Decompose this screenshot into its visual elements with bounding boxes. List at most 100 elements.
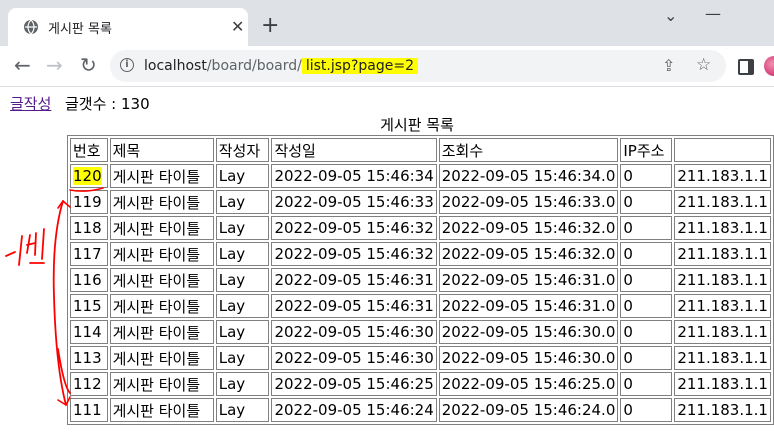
minimize-icon[interactable]: — (705, 4, 721, 23)
table-row: 113 게시판 타이틀 Lay 2022-09-05 15:46:30 2022-09-… (70, 346, 771, 370)
cell-author: Lay (215, 320, 270, 344)
url-path: /board/board/ (206, 58, 302, 74)
cell-title[interactable]: 게시판 타이틀 (109, 294, 214, 318)
cell-title[interactable]: 게시판 타이틀 (109, 216, 214, 240)
table-row: 112 게시판 타이틀 Lay 2022-09-05 15:46:25 2022-09-… (70, 372, 771, 396)
cell-ip: 0 (620, 372, 673, 396)
cell-extra: 211.183.1.1 (674, 320, 771, 344)
header-views: 조회수 (438, 138, 619, 162)
cell-ip: 0 (620, 398, 673, 422)
board-table: 번호 제목 작성자 작성일 조회수 IP주소 120 게시판 타이틀 Lay 2022… (67, 135, 774, 425)
header-title: 제목 (109, 138, 214, 162)
cell-ip: 0 (620, 164, 673, 188)
cell-extra: 211.183.1.1 (674, 398, 771, 422)
forward-icon[interactable]: → (46, 55, 63, 75)
cell-views: 2022-09-05 15:46:25.0 (438, 372, 619, 396)
cell-date: 2022-09-05 15:46:33 (271, 190, 437, 214)
cell-extra: 211.183.1.1 (674, 164, 771, 188)
tab-strip: 게시판 목록 ✕ + ⌄ — (0, 0, 774, 46)
cell-date: 2022-09-05 15:46:24 (271, 398, 437, 422)
cell-number: 112 (70, 372, 108, 396)
url-host: localhost (144, 58, 207, 74)
cell-number: 113 (70, 346, 108, 370)
cell-title[interactable]: 게시판 타이틀 (109, 268, 214, 292)
cell-date: 2022-09-05 15:46:31 (271, 294, 437, 318)
profile-avatar[interactable] (764, 56, 774, 76)
new-tab-icon[interactable]: + (261, 15, 279, 37)
cell-author: Lay (215, 372, 270, 396)
cell-views: 2022-09-05 15:46:34.0 (438, 164, 619, 188)
cell-number: 114 (70, 320, 108, 344)
cell-title[interactable]: 게시판 타이틀 (109, 164, 214, 188)
cell-views: 2022-09-05 15:46:33.0 (438, 190, 619, 214)
write-post-link[interactable]: 글작성 (10, 93, 51, 114)
reload-icon[interactable]: ↻ (80, 55, 97, 75)
cell-author: Lay (215, 346, 270, 370)
cell-title[interactable]: 게시판 타이틀 (109, 346, 214, 370)
table-row: 115 게시판 타이틀 Lay 2022-09-05 15:46:31 2022-09-… (70, 294, 771, 318)
tab-title: 게시판 목록 (48, 22, 112, 37)
side-panel-icon[interactable] (738, 59, 754, 75)
cell-title[interactable]: 게시판 타이틀 (109, 372, 214, 396)
share-icon[interactable]: ⇪ (662, 56, 675, 75)
cell-ip: 0 (620, 190, 673, 214)
cell-ip: 0 (620, 242, 673, 266)
cell-extra: 211.183.1.1 (674, 346, 771, 370)
cell-date: 2022-09-05 15:46:31 (271, 268, 437, 292)
post-count: 글갯수 : 130 (65, 95, 150, 113)
table-row: 111 게시판 타이틀 Lay 2022-09-05 15:46:24 2022-09-… (70, 398, 771, 422)
chevron-down-icon[interactable]: ⌄ (664, 6, 677, 25)
cell-title[interactable]: 게시판 타이틀 (109, 190, 214, 214)
cell-author: Lay (215, 242, 270, 266)
browser-tab[interactable]: 게시판 목록 ✕ (8, 8, 248, 46)
cell-extra: 211.183.1.1 (674, 372, 771, 396)
cell-number: 111 (70, 398, 108, 422)
cell-ip: 0 (620, 346, 673, 370)
cell-author: Lay (215, 216, 270, 240)
cell-date: 2022-09-05 15:46:30 (271, 346, 437, 370)
cell-extra: 211.183.1.1 (674, 242, 771, 266)
header-ip: IP주소 (620, 138, 673, 162)
cell-views: 2022-09-05 15:46:30.0 (438, 320, 619, 344)
cell-number: 115 (70, 294, 108, 318)
table-header-row: 번호 제목 작성자 작성일 조회수 IP주소 (70, 138, 771, 162)
header-blank (674, 138, 771, 162)
cell-number: 119 (70, 190, 108, 214)
cell-ip: 0 (620, 320, 673, 344)
table-row: 116 게시판 타이틀 Lay 2022-09-05 15:46:31 2022-09-… (70, 268, 771, 292)
cell-extra: 211.183.1.1 (674, 294, 771, 318)
table-row: 114 게시판 타이틀 Lay 2022-09-05 15:46:30 2022-09-… (70, 320, 771, 344)
bookmark-star-icon[interactable]: ☆ (696, 55, 711, 75)
table-row: 118 게시판 타이틀 Lay 2022-09-05 15:46:32 2022-09-… (70, 216, 771, 240)
cell-title[interactable]: 게시판 타이틀 (109, 320, 214, 344)
cell-ip: 0 (620, 294, 673, 318)
cell-extra: 211.183.1.1 (674, 216, 771, 240)
address-bar[interactable]: i localhost/board/board/list.jsp?page=2 … (110, 50, 726, 82)
back-icon[interactable]: ← (14, 55, 31, 75)
cell-date: 2022-09-05 15:46:25 (271, 372, 437, 396)
cell-views: 2022-09-05 15:46:32.0 (438, 242, 619, 266)
cell-author: Lay (215, 268, 270, 292)
table-row: 119 게시판 타이틀 Lay 2022-09-05 15:46:33 2022-09-… (70, 190, 771, 214)
table-row: 117 게시판 타이틀 Lay 2022-09-05 15:46:32 2022-09-… (70, 242, 771, 266)
cell-number: 120 (70, 164, 108, 188)
cell-ip: 0 (620, 216, 673, 240)
cell-number: 116 (70, 268, 108, 292)
cell-title[interactable]: 게시판 타이틀 (109, 398, 214, 422)
info-icon[interactable]: i (120, 58, 134, 72)
url-highlight: list.jsp?page=2 (301, 58, 418, 74)
highlighted-number: 120 (73, 167, 102, 185)
url-text[interactable]: localhost/board/board/list.jsp?page=2 (144, 58, 418, 74)
cell-views: 2022-09-05 15:46:30.0 (438, 346, 619, 370)
globe-icon (24, 19, 38, 35)
tab-close-icon[interactable]: ✕ (231, 17, 244, 36)
header-author: 작성자 (215, 138, 270, 162)
cell-ip: 0 (620, 268, 673, 292)
cell-date: 2022-09-05 15:46:34 (271, 164, 437, 188)
cell-date: 2022-09-05 15:46:30 (271, 320, 437, 344)
cell-date: 2022-09-05 15:46:32 (271, 242, 437, 266)
cell-author: Lay (215, 164, 270, 188)
table-caption: 게시판 목록 (380, 116, 454, 134)
cell-extra: 211.183.1.1 (674, 268, 771, 292)
cell-title[interactable]: 게시판 타이틀 (109, 242, 214, 266)
